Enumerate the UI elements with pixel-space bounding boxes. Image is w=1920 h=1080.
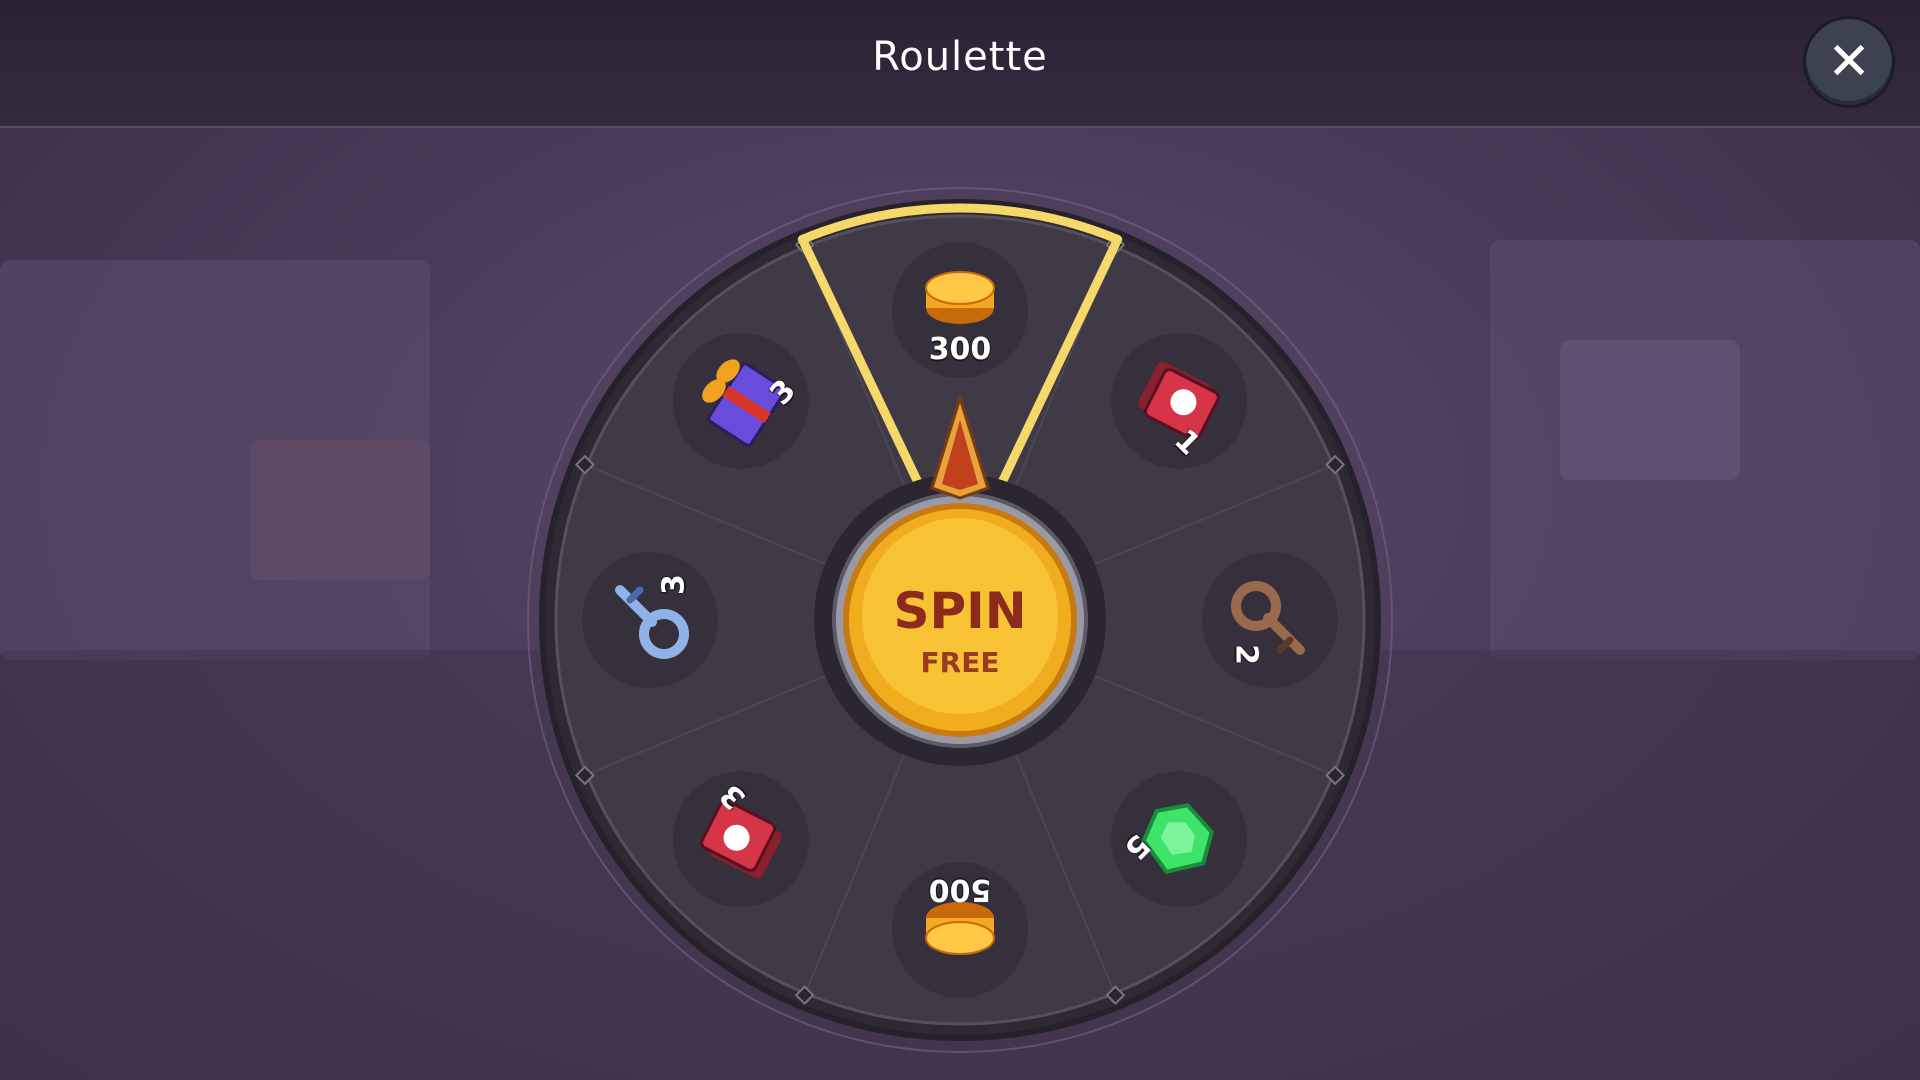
reward-quantity: 500 <box>928 872 992 907</box>
reward-quantity: 3 <box>656 573 692 595</box>
reward-quantity: 2 <box>1228 644 1264 666</box>
spin-button[interactable]: SPIN FREE <box>850 508 1070 728</box>
reward-slot-silver-key <box>582 552 718 688</box>
reward-quantity: 300 <box>928 332 992 367</box>
free-label: FREE <box>920 646 1000 679</box>
gold-coins-icon <box>925 271 995 324</box>
gold-coins-icon <box>925 902 995 955</box>
reward-slot-bronze-key <box>1202 552 1338 688</box>
spin-label: SPIN <box>893 582 1027 640</box>
